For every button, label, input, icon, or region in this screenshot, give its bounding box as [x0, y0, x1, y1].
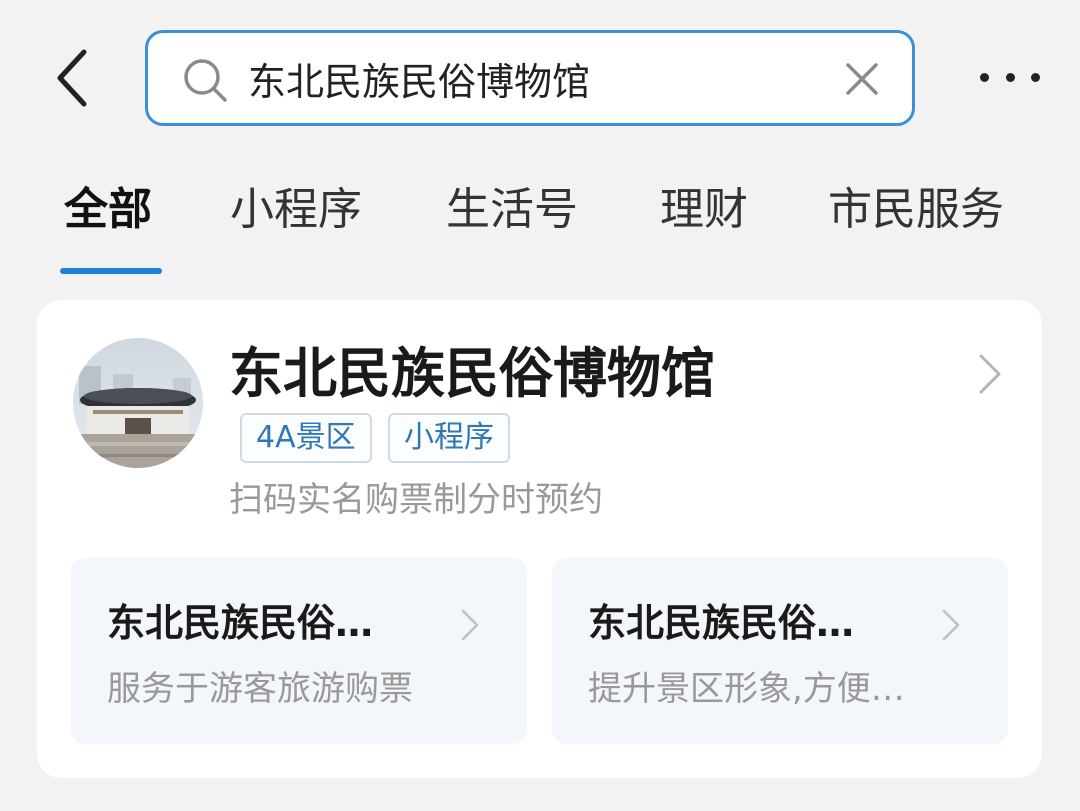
- more-button[interactable]: [980, 55, 1040, 99]
- active-tab-indicator: [60, 268, 162, 274]
- tab-mini-programs[interactable]: 小程序: [230, 180, 362, 240]
- mini-program-entry[interactable]: 东北民族民俗… 服务于游客旅游购票: [71, 558, 527, 744]
- museum-photo[interactable]: [73, 338, 203, 468]
- tag-4a-scenic: 4A景区: [240, 413, 372, 463]
- search-input[interactable]: [248, 47, 808, 109]
- chevron-right-icon: [942, 609, 960, 641]
- more-dots-icon: [980, 72, 989, 82]
- category-tabs: 全部 小程序 生活号 理财 市民服务: [0, 170, 1080, 280]
- chevron-right-icon: [461, 609, 479, 641]
- entry-title: 东北民族民俗…: [107, 601, 374, 645]
- tag-mini-program: 小程序: [388, 413, 510, 463]
- result-description: 扫码实名购票制分时预约: [229, 480, 603, 520]
- result-title[interactable]: 东北民族民俗博物馆: [229, 338, 715, 410]
- top-bar: [0, 0, 1080, 150]
- mini-program-entry[interactable]: 东北民族民俗… 提升景区形象,方便…: [552, 558, 1008, 744]
- search-icon: [184, 59, 227, 102]
- tab-life-accounts[interactable]: 生活号: [446, 180, 578, 240]
- tab-citizen-services[interactable]: 市民服务: [828, 180, 1004, 240]
- search-result-card: 东北民族民俗博物馆 4A景区 小程序 扫码实名购票制分时预约 东北民族民俗… 服…: [37, 300, 1042, 778]
- chevron-left-icon: [57, 49, 87, 107]
- more-dots-icon: [1031, 72, 1040, 82]
- back-button[interactable]: [50, 46, 94, 110]
- close-icon[interactable]: [840, 57, 884, 101]
- more-dots-icon: [1005, 72, 1015, 82]
- search-box[interactable]: [145, 30, 915, 126]
- entry-subtitle: 服务于游客旅游购票: [107, 669, 413, 709]
- entry-title: 东北民族民俗…: [588, 601, 855, 645]
- tab-finance[interactable]: 理财: [660, 180, 748, 240]
- chevron-right-icon[interactable]: [975, 352, 1005, 396]
- tab-all[interactable]: 全部: [64, 180, 152, 240]
- entry-subtitle: 提升景区形象,方便…: [588, 669, 905, 709]
